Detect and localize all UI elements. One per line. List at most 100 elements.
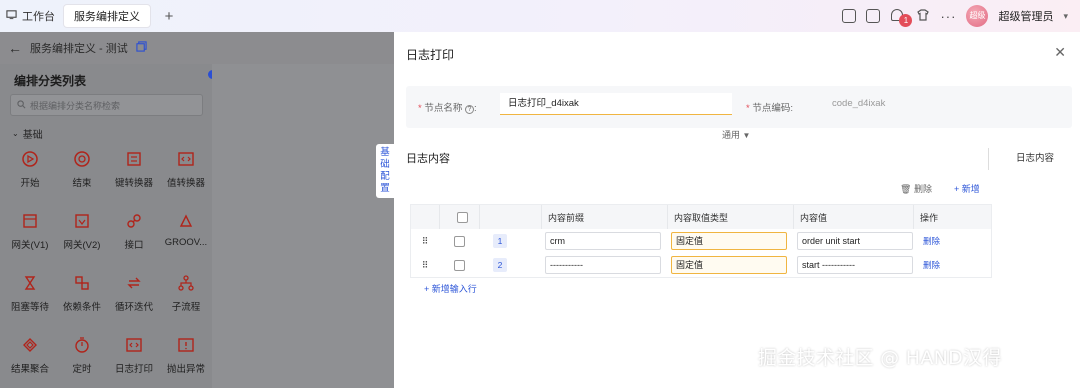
row-checkbox[interactable] bbox=[453, 259, 465, 271]
palette-node[interactable]: 键转换器 bbox=[108, 146, 160, 208]
row-delete-link[interactable]: 删除 bbox=[923, 259, 940, 271]
palette-node[interactable]: 日志打印 bbox=[108, 332, 160, 388]
top-bar: 工作台 服务编排定义 + 1 ··· 超级 超级管理员 ▾ bbox=[0, 0, 1080, 32]
palette-node[interactable]: 开始 bbox=[4, 146, 56, 208]
add-button[interactable]: + 新增 bbox=[954, 182, 980, 195]
header-prefix: 内容前缀 bbox=[541, 205, 667, 229]
section-title: 日志内容 bbox=[406, 153, 450, 165]
op-cell: 删除 bbox=[913, 229, 993, 253]
row-checkbox[interactable] bbox=[453, 235, 465, 247]
palette-node[interactable]: 值转换器 bbox=[160, 146, 212, 208]
sidebar-title: 编排分类列表 bbox=[14, 74, 87, 88]
select-all-checkbox[interactable] bbox=[457, 211, 468, 223]
type-cell: 固定值 bbox=[667, 229, 793, 253]
palette-node-label: 结束 bbox=[72, 178, 92, 189]
value-input[interactable]: start ----------- bbox=[797, 256, 913, 274]
log-content-table: 内容前缀 内容取值类型 内容值 操作 ⠿ 1 crm 固定值 order uni… bbox=[410, 204, 992, 278]
timer-icon bbox=[73, 336, 91, 354]
palette-node[interactable]: 阻塞等待 bbox=[4, 270, 56, 332]
node-name-input[interactable]: 日志打印_d4ixak bbox=[500, 93, 732, 115]
palette-node[interactable]: 循环迭代 bbox=[108, 270, 160, 332]
palette-node-label: 网关(V2) bbox=[63, 240, 101, 251]
prefix-input[interactable]: crm bbox=[545, 232, 661, 250]
value-cell: order unit start bbox=[793, 229, 913, 253]
palette-node[interactable]: 接口 bbox=[108, 208, 160, 270]
header-drag-col bbox=[411, 205, 439, 229]
bell-icon[interactable]: 1 bbox=[890, 8, 913, 27]
palette-node[interactable]: GROOV... bbox=[160, 208, 212, 270]
row-index: 1 bbox=[479, 229, 541, 253]
category-search-input[interactable]: 根据编排分类名称检索 bbox=[10, 94, 203, 116]
tab-workbench[interactable]: 工作台 bbox=[0, 0, 63, 32]
table-row: ⠿ 1 crm 固定值 order unit start 删除 bbox=[411, 229, 991, 253]
key-convert-icon bbox=[125, 150, 143, 168]
advanced-toggle[interactable]: 通用 ▼ bbox=[722, 128, 750, 141]
prefix-input[interactable]: ----------- bbox=[545, 256, 661, 274]
node-palette: 开始 结束 键转换器 值转换器网关(V1) 网关(V2) 接口 GROOV... 阻塞等待 依赖… bbox=[4, 146, 212, 388]
side-tab-label: 基础配置 bbox=[380, 147, 390, 194]
prefix-cell: ----------- bbox=[541, 253, 667, 277]
help-icon[interactable]: ? bbox=[465, 105, 474, 114]
drag-handle-icon[interactable]: ⠿ bbox=[411, 253, 439, 277]
chevron-down-icon: ⌄ bbox=[12, 129, 19, 138]
node-code-label: * 节点编码: bbox=[746, 103, 793, 114]
tab-service-orchestration[interactable]: 服务编排定义 bbox=[63, 4, 151, 28]
row-checkbox-cell bbox=[439, 229, 479, 253]
flow-canvas[interactable] bbox=[212, 64, 394, 388]
delete-button[interactable]: 🗑 删除 bbox=[900, 182, 932, 195]
aggregate-icon bbox=[21, 336, 39, 354]
loop-icon bbox=[125, 274, 143, 292]
chevron-down-icon[interactable]: ▾ bbox=[1063, 11, 1068, 22]
basic-config-tab[interactable]: 基础配置 bbox=[376, 144, 394, 198]
home-icon[interactable] bbox=[842, 9, 857, 23]
palette-node[interactable]: 依赖条件 bbox=[56, 270, 108, 332]
group-label: 基础 bbox=[22, 130, 43, 141]
palette-node[interactable]: 定时 bbox=[56, 332, 108, 388]
palette-node[interactable]: 结果聚合 bbox=[4, 332, 56, 388]
caret-down-icon: ▼ bbox=[742, 131, 751, 140]
section-anchor-log-content[interactable]: 日志内容 bbox=[988, 148, 1068, 170]
value-input[interactable]: order unit start bbox=[797, 232, 913, 250]
header-operation: 操作 bbox=[913, 205, 993, 229]
gateway-v1-icon bbox=[21, 212, 39, 230]
drag-handle-icon[interactable]: ⠿ bbox=[411, 229, 439, 253]
user-name[interactable]: 超级管理员 bbox=[998, 8, 1053, 24]
table-actions: 🗑 删除 + 新增 bbox=[900, 182, 980, 195]
dependency-icon bbox=[73, 274, 91, 292]
back-arrow-icon[interactable]: ← bbox=[8, 40, 22, 56]
monitor-icon bbox=[6, 9, 17, 23]
node-info-form: * 节点名称 ?: 日志打印_d4ixak * 节点编码: code_d4ixa… bbox=[406, 86, 1072, 128]
close-icon[interactable]: ✕ bbox=[1054, 44, 1066, 61]
avatar[interactable]: 超级 bbox=[966, 5, 989, 27]
palette-node[interactable]: 网关(V1) bbox=[4, 208, 56, 270]
palette-node-label: 依赖条件 bbox=[62, 302, 101, 313]
node-code-input[interactable]: code_d4ixak bbox=[824, 93, 1044, 115]
flow-editor-mask: ← 服务编排定义 - 测试 编排分类列表 根据编排分类名称检索 ⌄ 基础 开始结… bbox=[0, 32, 394, 388]
value-type-select[interactable]: 固定值 bbox=[671, 232, 787, 250]
value-type-select[interactable]: 固定值 bbox=[671, 256, 787, 274]
palette-node[interactable]: 结束 bbox=[56, 146, 108, 208]
group-header-basic[interactable]: ⌄ 基础 bbox=[12, 126, 43, 141]
tab-workbench-label: 工作台 bbox=[22, 11, 55, 23]
throw-exception-icon bbox=[177, 336, 195, 354]
gateway-v2-icon bbox=[73, 212, 91, 230]
header-index-col bbox=[479, 205, 541, 229]
clipboard-icon[interactable] bbox=[866, 9, 881, 23]
palette-node[interactable]: 抛出异常 bbox=[160, 332, 212, 388]
hourglass-icon bbox=[21, 274, 39, 292]
groovy-icon bbox=[177, 212, 195, 230]
value-cell: start ----------- bbox=[793, 253, 913, 277]
header-checkbox-cell bbox=[439, 205, 479, 229]
header-value-type: 内容取值类型 bbox=[667, 205, 793, 229]
palette-node-label: 接口 bbox=[124, 240, 144, 251]
add-input-row-button[interactable]: + 新增输入行 bbox=[424, 282, 477, 295]
more-menu-icon[interactable]: ··· bbox=[940, 9, 956, 24]
row-delete-link[interactable]: 删除 bbox=[923, 235, 940, 247]
add-tab-button[interactable]: + bbox=[161, 8, 177, 25]
palette-node-label: 日志打印 bbox=[114, 364, 153, 375]
copy-icon[interactable] bbox=[136, 41, 147, 55]
shirt-icon[interactable] bbox=[916, 8, 930, 25]
palette-node[interactable]: 子流程 bbox=[160, 270, 212, 332]
palette-node-label: 开始 bbox=[20, 178, 40, 189]
palette-node[interactable]: 网关(V2) bbox=[56, 208, 108, 270]
